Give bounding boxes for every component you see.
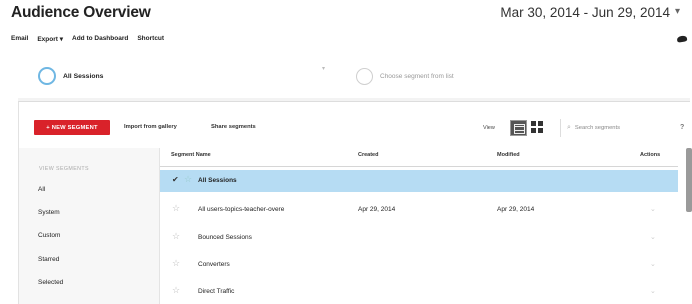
segment-name: Direct Traffic <box>198 288 235 295</box>
sidebar-item-all[interactable]: All <box>38 186 45 193</box>
page-title: Audience Overview <box>11 4 151 21</box>
search-placeholder: Search segments <box>574 125 621 131</box>
segment-row[interactable]: ☆ Converters ⌄ <box>160 254 678 276</box>
table-scrollbar[interactable] <box>686 148 692 212</box>
segment-created: Apr 29, 2014 <box>358 206 396 213</box>
segment-slot-label: All Sessions <box>63 72 104 80</box>
actions-menu-icon[interactable]: ⌄ <box>650 205 656 213</box>
star-icon[interactable]: ☆ <box>172 203 180 214</box>
search-icon: ⌕ <box>567 124 571 131</box>
column-header-created[interactable]: Created <box>358 152 378 158</box>
new-segment-button[interactable]: + NEW SEGMENT <box>34 120 110 135</box>
sidebar-header: VIEW SEGMENTS <box>39 166 89 172</box>
import-from-gallery-link[interactable]: Import from gallery <box>124 124 177 130</box>
export-action[interactable]: Export ▾ <box>37 35 63 43</box>
segment-row[interactable]: ☆ Direct Traffic ⌄ <box>160 281 678 303</box>
segment-row[interactable]: ☆ All users-topics-teacher-overe Apr 29,… <box>160 199 678 221</box>
actions-menu-icon[interactable]: ⌄ <box>650 260 656 268</box>
column-header-modified[interactable]: Modified <box>497 152 520 158</box>
empty-segment-ring-icon <box>356 67 373 85</box>
star-icon[interactable]: ☆ <box>172 285 180 296</box>
grid-view-button[interactable] <box>531 121 545 135</box>
view-label: View <box>483 125 495 131</box>
date-range[interactable]: Mar 30, 2014 - Jun 29, 2014 <box>500 5 670 20</box>
share-segments-link[interactable]: Share segments <box>211 124 256 130</box>
edit-icon[interactable] <box>676 35 688 43</box>
segment-row[interactable]: ✔ ☆ All Sessions <box>160 170 678 192</box>
segment-name: All Sessions <box>198 177 237 184</box>
sidebar-item-selected[interactable]: Selected <box>38 279 63 286</box>
segment-row[interactable]: ☆ Bounced Sessions ⌄ <box>160 227 678 249</box>
report-actions-bar: Email Export ▾ Add to Dashboard Shortcut <box>11 35 164 43</box>
add-to-dashboard-action[interactable]: Add to Dashboard <box>72 35 128 43</box>
segment-ring-icon <box>38 67 56 85</box>
segment-modified: Apr 29, 2014 <box>497 206 535 213</box>
segment-name: Bounced Sessions <box>198 234 252 241</box>
segment-slot-caret-icon[interactable]: ▾ <box>322 65 325 72</box>
segment-name: All users-topics-teacher-overe <box>198 206 285 213</box>
sidebar-item-custom[interactable]: Custom <box>38 232 60 239</box>
date-caret-icon[interactable]: ▾ <box>675 6 680 17</box>
segment-slot-active[interactable]: All Sessions <box>38 64 103 88</box>
column-header-actions: Actions <box>640 152 661 158</box>
star-icon[interactable]: ☆ <box>172 231 180 242</box>
actions-menu-icon[interactable]: ⌄ <box>650 233 656 241</box>
sidebar-item-system[interactable]: System <box>38 209 60 216</box>
help-icon[interactable]: ? <box>680 124 684 131</box>
checkmark-icon[interactable]: ✔ <box>172 175 179 184</box>
header-divider <box>160 166 678 167</box>
sidebar-item-starred[interactable]: Starred <box>38 256 59 263</box>
segment-filter-sidebar: VIEW SEGMENTS All System Custom Starred … <box>19 148 160 304</box>
search-segments-input[interactable]: ⌕ Search segments <box>560 119 670 137</box>
list-view-button[interactable] <box>510 120 527 136</box>
shortcut-action[interactable]: Shortcut <box>137 35 164 43</box>
segment-name: Converters <box>198 261 230 268</box>
column-header-segment-name[interactable]: Segment Name <box>171 152 211 158</box>
actions-menu-icon[interactable]: ⌄ <box>650 287 656 295</box>
star-icon[interactable]: ☆ <box>184 174 192 185</box>
choose-segment-label: Choose segment from list <box>380 72 454 80</box>
segment-slot-empty[interactable]: Choose segment from list <box>356 64 454 88</box>
star-icon[interactable]: ☆ <box>172 258 180 269</box>
email-action[interactable]: Email <box>11 35 28 43</box>
